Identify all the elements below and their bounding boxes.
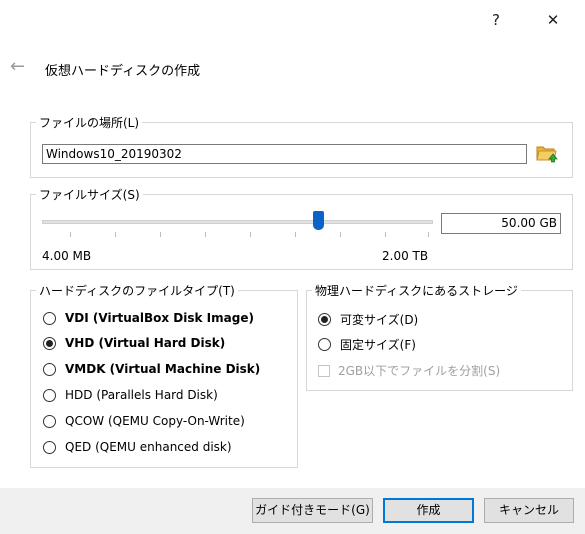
split-checkbox[interactable] <box>318 364 330 377</box>
radio-fixed-size-label: 固定サイズ(F) <box>340 338 416 352</box>
slider-tick <box>385 232 386 237</box>
slider-tick <box>295 232 296 237</box>
radio-button[interactable] <box>43 311 56 325</box>
slider-max-label: 2.00 TB <box>382 249 429 263</box>
radio-qed-label: QED (QEMU enhanced disk) <box>65 440 232 454</box>
radio-vdi-label: VDI (VirtualBox Disk Image) <box>65 311 254 325</box>
radio-hdd[interactable]: HDD (Parallels Hard Disk) <box>43 388 218 402</box>
size-slider-track[interactable] <box>42 220 433 224</box>
radio-vmdk-label: VMDK (Virtual Machine Disk) <box>65 362 261 376</box>
slider-tick <box>205 232 206 237</box>
radio-dynamic-size[interactable]: 可変サイズ(D) <box>318 311 418 328</box>
radio-button[interactable] <box>43 388 56 402</box>
radio-button[interactable] <box>43 362 56 376</box>
help-button[interactable]: ? <box>484 8 508 32</box>
slider-min-label: 4.00 MB <box>42 249 92 263</box>
file-type-legend: ハードディスクのファイルタイプ(T) <box>36 282 238 299</box>
file-location-legend: ファイルの場所(L) <box>36 114 143 131</box>
radio-button[interactable] <box>43 336 56 350</box>
size-value-input[interactable]: 50.00 GB <box>441 213 561 234</box>
slider-tick <box>428 232 429 237</box>
radio-dynamic-size-label: 可変サイズ(D) <box>340 313 419 327</box>
split-checkbox-row[interactable]: 2GB以下でファイルを分割(S) <box>318 362 500 379</box>
arrow-left-icon[interactable]: ← <box>10 56 25 77</box>
page-title: 仮想ハードディスクの作成 <box>45 64 201 79</box>
file-path-input[interactable]: Windows10_20190302 <box>42 144 527 164</box>
slider-tick <box>115 232 116 237</box>
file-size-legend: ファイルサイズ(S) <box>36 186 143 203</box>
cancel-button[interactable]: キャンセル <box>484 498 574 523</box>
split-checkbox-label: 2GB以下でファイルを分割(S) <box>338 364 501 378</box>
radio-button[interactable] <box>318 338 331 351</box>
radio-button[interactable] <box>43 414 56 428</box>
radio-vhd[interactable]: VHD (Virtual Hard Disk) <box>43 336 225 350</box>
radio-vdi[interactable]: VDI (VirtualBox Disk Image) <box>43 311 254 325</box>
radio-qcow-label: QCOW (QEMU Copy-On-Write) <box>65 414 245 428</box>
radio-hdd-label: HDD (Parallels Hard Disk) <box>65 388 218 402</box>
guided-mode-button[interactable]: ガイド付きモード(G) <box>252 498 373 523</box>
storage-legend: 物理ハードディスクにあるストレージ <box>312 282 521 299</box>
slider-tick <box>250 232 251 237</box>
slider-tick <box>340 232 341 237</box>
size-slider-thumb[interactable] <box>313 211 324 230</box>
radio-button[interactable] <box>43 440 56 454</box>
radio-qed[interactable]: QED (QEMU enhanced disk) <box>43 440 232 454</box>
folder-open-icon[interactable] <box>536 143 558 163</box>
close-button[interactable]: ✕ <box>541 8 565 32</box>
slider-tick <box>70 232 71 237</box>
radio-vhd-label: VHD (Virtual Hard Disk) <box>65 336 226 350</box>
radio-qcow[interactable]: QCOW (QEMU Copy-On-Write) <box>43 414 245 428</box>
radio-fixed-size[interactable]: 固定サイズ(F) <box>318 336 416 353</box>
create-button[interactable]: 作成 <box>383 498 474 523</box>
slider-tick <box>160 232 161 237</box>
radio-button[interactable] <box>318 313 331 326</box>
radio-vmdk[interactable]: VMDK (Virtual Machine Disk) <box>43 362 260 376</box>
